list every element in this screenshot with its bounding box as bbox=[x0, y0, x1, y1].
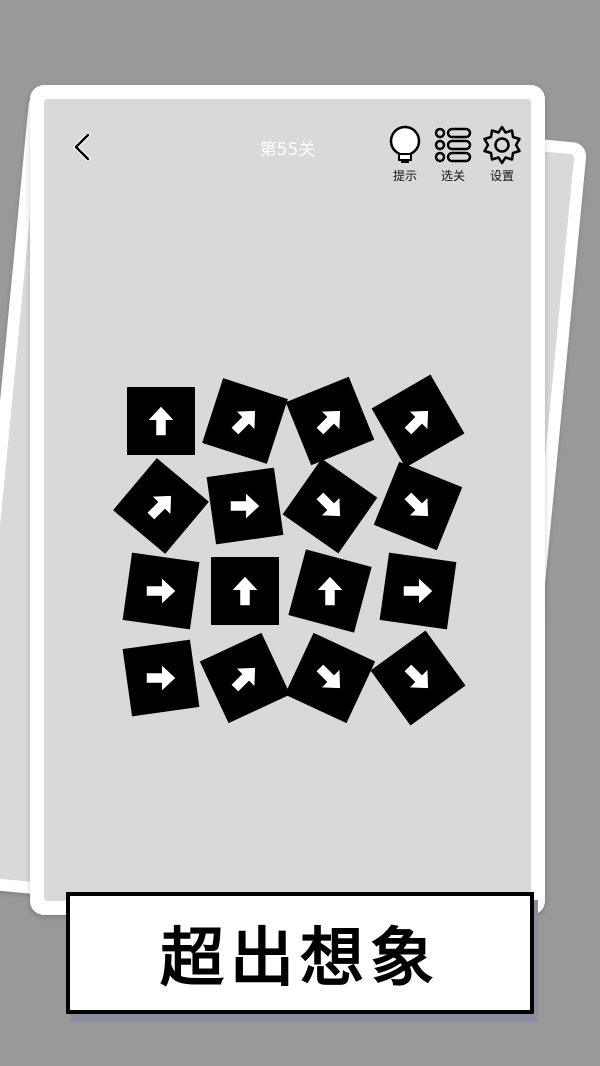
arrow-right-icon bbox=[399, 572, 437, 610]
phone-card: 第55关 提示 选关 设置 bbox=[30, 85, 545, 915]
arrow-up-right-icon bbox=[218, 651, 272, 705]
arrow-down-right-icon bbox=[391, 651, 445, 705]
back-button[interactable] bbox=[64, 129, 100, 165]
arrow-down-right-icon bbox=[303, 479, 357, 533]
hint-button[interactable]: 提示 bbox=[383, 125, 427, 184]
hint-label: 提示 bbox=[392, 169, 417, 183]
puzzle-tile[interactable] bbox=[122, 552, 200, 630]
settings-button[interactable]: 设置 bbox=[480, 125, 524, 184]
arrow-up-icon bbox=[311, 572, 349, 610]
chevron-left-icon bbox=[73, 132, 91, 162]
arrow-right-icon bbox=[226, 487, 264, 525]
settings-label: 设置 bbox=[489, 169, 514, 183]
level-list-icon bbox=[434, 127, 472, 163]
arrow-right-icon bbox=[142, 572, 180, 610]
arrow-up-right-icon bbox=[391, 394, 445, 448]
puzzle-tile[interactable] bbox=[211, 557, 279, 625]
arrow-up-right-icon bbox=[303, 394, 357, 448]
arrow-right-icon bbox=[142, 659, 180, 697]
puzzle-tile[interactable] bbox=[122, 639, 200, 717]
level-select-button[interactable]: 选关 bbox=[431, 125, 475, 184]
puzzle-tile[interactable] bbox=[379, 552, 457, 630]
arrow-down-right-icon bbox=[391, 479, 445, 533]
puzzle-tile[interactable] bbox=[127, 387, 195, 455]
lightbulb-icon bbox=[389, 125, 421, 163]
arrow-up-right-icon bbox=[134, 479, 188, 533]
puzzle-tile[interactable] bbox=[206, 467, 284, 545]
banner-text: 超出想象 bbox=[160, 922, 440, 996]
arrow-up-icon bbox=[142, 402, 180, 440]
arrow-up-right-icon bbox=[218, 394, 272, 448]
level-select-label: 选关 bbox=[440, 169, 465, 183]
arrow-up-icon bbox=[226, 572, 264, 610]
game-screen: 第55关 提示 选关 设置 bbox=[44, 99, 531, 901]
gear-icon bbox=[483, 125, 521, 165]
arrow-down-right-icon bbox=[303, 651, 357, 705]
promo-banner: 超出想象 bbox=[66, 892, 534, 1014]
